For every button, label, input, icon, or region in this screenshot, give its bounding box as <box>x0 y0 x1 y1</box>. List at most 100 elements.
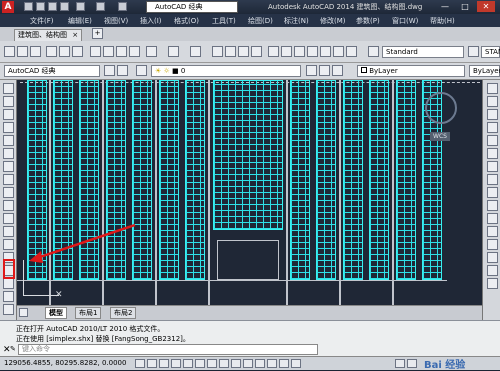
cut-icon[interactable] <box>90 46 101 57</box>
ellipse-arc-icon[interactable] <box>3 213 14 224</box>
quick-properties-icon[interactable] <box>279 359 289 368</box>
menu-dimension[interactable]: 标注(N) <box>284 16 309 26</box>
block-editor-icon[interactable] <box>146 46 157 57</box>
properties-icon[interactable] <box>268 46 279 57</box>
transparency-icon[interactable] <box>267 359 277 368</box>
redo-icon[interactable] <box>118 2 127 11</box>
open-icon[interactable] <box>17 46 28 57</box>
file-tab[interactable]: 建筑图、结构图 × <box>14 29 83 41</box>
gear-icon[interactable] <box>104 65 115 76</box>
layer-dropdown[interactable]: ☀ ☼ ■ 0 <box>151 65 301 77</box>
zoom-window-icon[interactable] <box>238 46 249 57</box>
undo-icon[interactable] <box>96 2 105 11</box>
workspace-dropdown[interactable]: AutoCAD 经典 <box>146 1 238 13</box>
polyline-icon[interactable] <box>3 109 14 120</box>
command-input[interactable]: 键入命令 <box>18 344 318 355</box>
rotate-icon[interactable] <box>487 161 498 172</box>
new-file-icon[interactable] <box>24 2 33 11</box>
text-style-icon[interactable] <box>368 46 379 57</box>
ellipse-icon[interactable] <box>3 200 14 211</box>
menu-tools[interactable]: 工具(T) <box>212 16 236 26</box>
ortho-icon[interactable] <box>171 359 181 368</box>
new-icon[interactable] <box>4 46 15 57</box>
offset-icon[interactable] <box>487 122 498 133</box>
first-tab-icon[interactable] <box>19 308 28 317</box>
save-as-icon[interactable] <box>60 2 69 11</box>
polygon-icon[interactable] <box>3 122 14 133</box>
arc-icon[interactable] <box>3 148 14 159</box>
menu-file[interactable]: 文件(F) <box>30 16 54 26</box>
scale-icon[interactable] <box>487 174 498 185</box>
menu-view[interactable]: 视图(V) <box>104 16 128 26</box>
dim-style-icon[interactable] <box>468 46 479 57</box>
tool-palettes-icon[interactable] <box>294 46 305 57</box>
explode-icon[interactable] <box>487 278 498 289</box>
mirror-icon[interactable] <box>487 109 498 120</box>
sheet-set-icon[interactable] <box>307 46 318 57</box>
new-tab-icon[interactable]: + <box>92 28 103 39</box>
undo-icon[interactable] <box>168 46 179 57</box>
model-space-icon[interactable] <box>395 359 405 368</box>
wrench-icon[interactable] <box>117 65 128 76</box>
text-style-dropdown[interactable]: Standard <box>382 46 464 58</box>
break-icon[interactable] <box>487 226 498 237</box>
trim-icon[interactable] <box>487 200 498 211</box>
color-dropdown[interactable]: ByLayer <box>357 65 465 77</box>
revision-cloud-icon[interactable] <box>3 174 14 185</box>
grid-icon[interactable] <box>159 359 169 368</box>
layer-previous-icon[interactable] <box>319 65 330 76</box>
array-icon[interactable] <box>487 135 498 146</box>
drawing-canvas[interactable]: WCS ✕ <box>17 80 482 305</box>
tab-layout2[interactable]: 布局2 <box>110 307 137 319</box>
redo-icon[interactable] <box>190 46 201 57</box>
menu-window[interactable]: 窗口(W) <box>392 16 418 26</box>
rectangle-icon[interactable] <box>3 135 14 146</box>
gradient-icon[interactable] <box>3 278 14 289</box>
infer-constraints-icon[interactable] <box>135 359 145 368</box>
copy-object-icon[interactable] <box>487 96 498 107</box>
minimize-button[interactable]: — <box>436 1 454 12</box>
plot-preview-icon[interactable] <box>59 46 70 57</box>
maximize-button[interactable]: □ <box>456 1 474 12</box>
make-current-layer-icon[interactable] <box>306 65 317 76</box>
zoom-realtime-icon[interactable] <box>225 46 236 57</box>
line-icon[interactable] <box>3 83 14 94</box>
menu-format[interactable]: 格式(O) <box>174 16 199 26</box>
stretch-icon[interactable] <box>487 187 498 198</box>
menu-edit[interactable]: 编辑(E) <box>68 16 92 26</box>
tab-layout1[interactable]: 布局1 <box>75 307 102 319</box>
region-icon[interactable] <box>3 291 14 302</box>
print-icon[interactable] <box>76 2 85 11</box>
otrack-icon[interactable] <box>219 359 229 368</box>
publish-icon[interactable] <box>72 46 83 57</box>
markup-icon[interactable] <box>320 46 331 57</box>
selection-cycling-icon[interactable] <box>291 359 301 368</box>
tab-model[interactable]: 模型 <box>45 307 67 319</box>
quickcalc-icon[interactable] <box>333 46 344 57</box>
snap-icon[interactable] <box>147 359 157 368</box>
match-properties-icon[interactable] <box>129 46 140 57</box>
circle-icon[interactable] <box>3 161 14 172</box>
linetype-dropdown[interactable]: ByLayer <box>469 65 500 77</box>
chamfer-icon[interactable] <box>487 252 498 263</box>
move-icon[interactable] <box>487 148 498 159</box>
fillet-icon[interactable] <box>487 265 498 276</box>
layer-states-icon[interactable] <box>332 65 343 76</box>
erase-icon[interactable] <box>487 83 498 94</box>
3d-osnap-icon[interactable] <box>207 359 217 368</box>
dyn-icon[interactable] <box>243 359 253 368</box>
quick-view-icon[interactable] <box>407 359 417 368</box>
dim-style-dropdown[interactable]: STAN <box>481 46 500 58</box>
close-icon[interactable]: × <box>72 31 78 39</box>
help-icon[interactable] <box>346 46 357 57</box>
open-file-icon[interactable] <box>36 2 45 11</box>
make-block-icon[interactable] <box>3 239 14 250</box>
paste-icon[interactable] <box>116 46 127 57</box>
design-center-icon[interactable] <box>281 46 292 57</box>
table-icon[interactable] <box>3 304 14 315</box>
zoom-previous-icon[interactable] <box>251 46 262 57</box>
app-logo-button[interactable]: A <box>2 1 14 13</box>
spline-icon[interactable] <box>3 187 14 198</box>
layer-manager-icon[interactable] <box>136 65 147 76</box>
polar-icon[interactable] <box>183 359 193 368</box>
